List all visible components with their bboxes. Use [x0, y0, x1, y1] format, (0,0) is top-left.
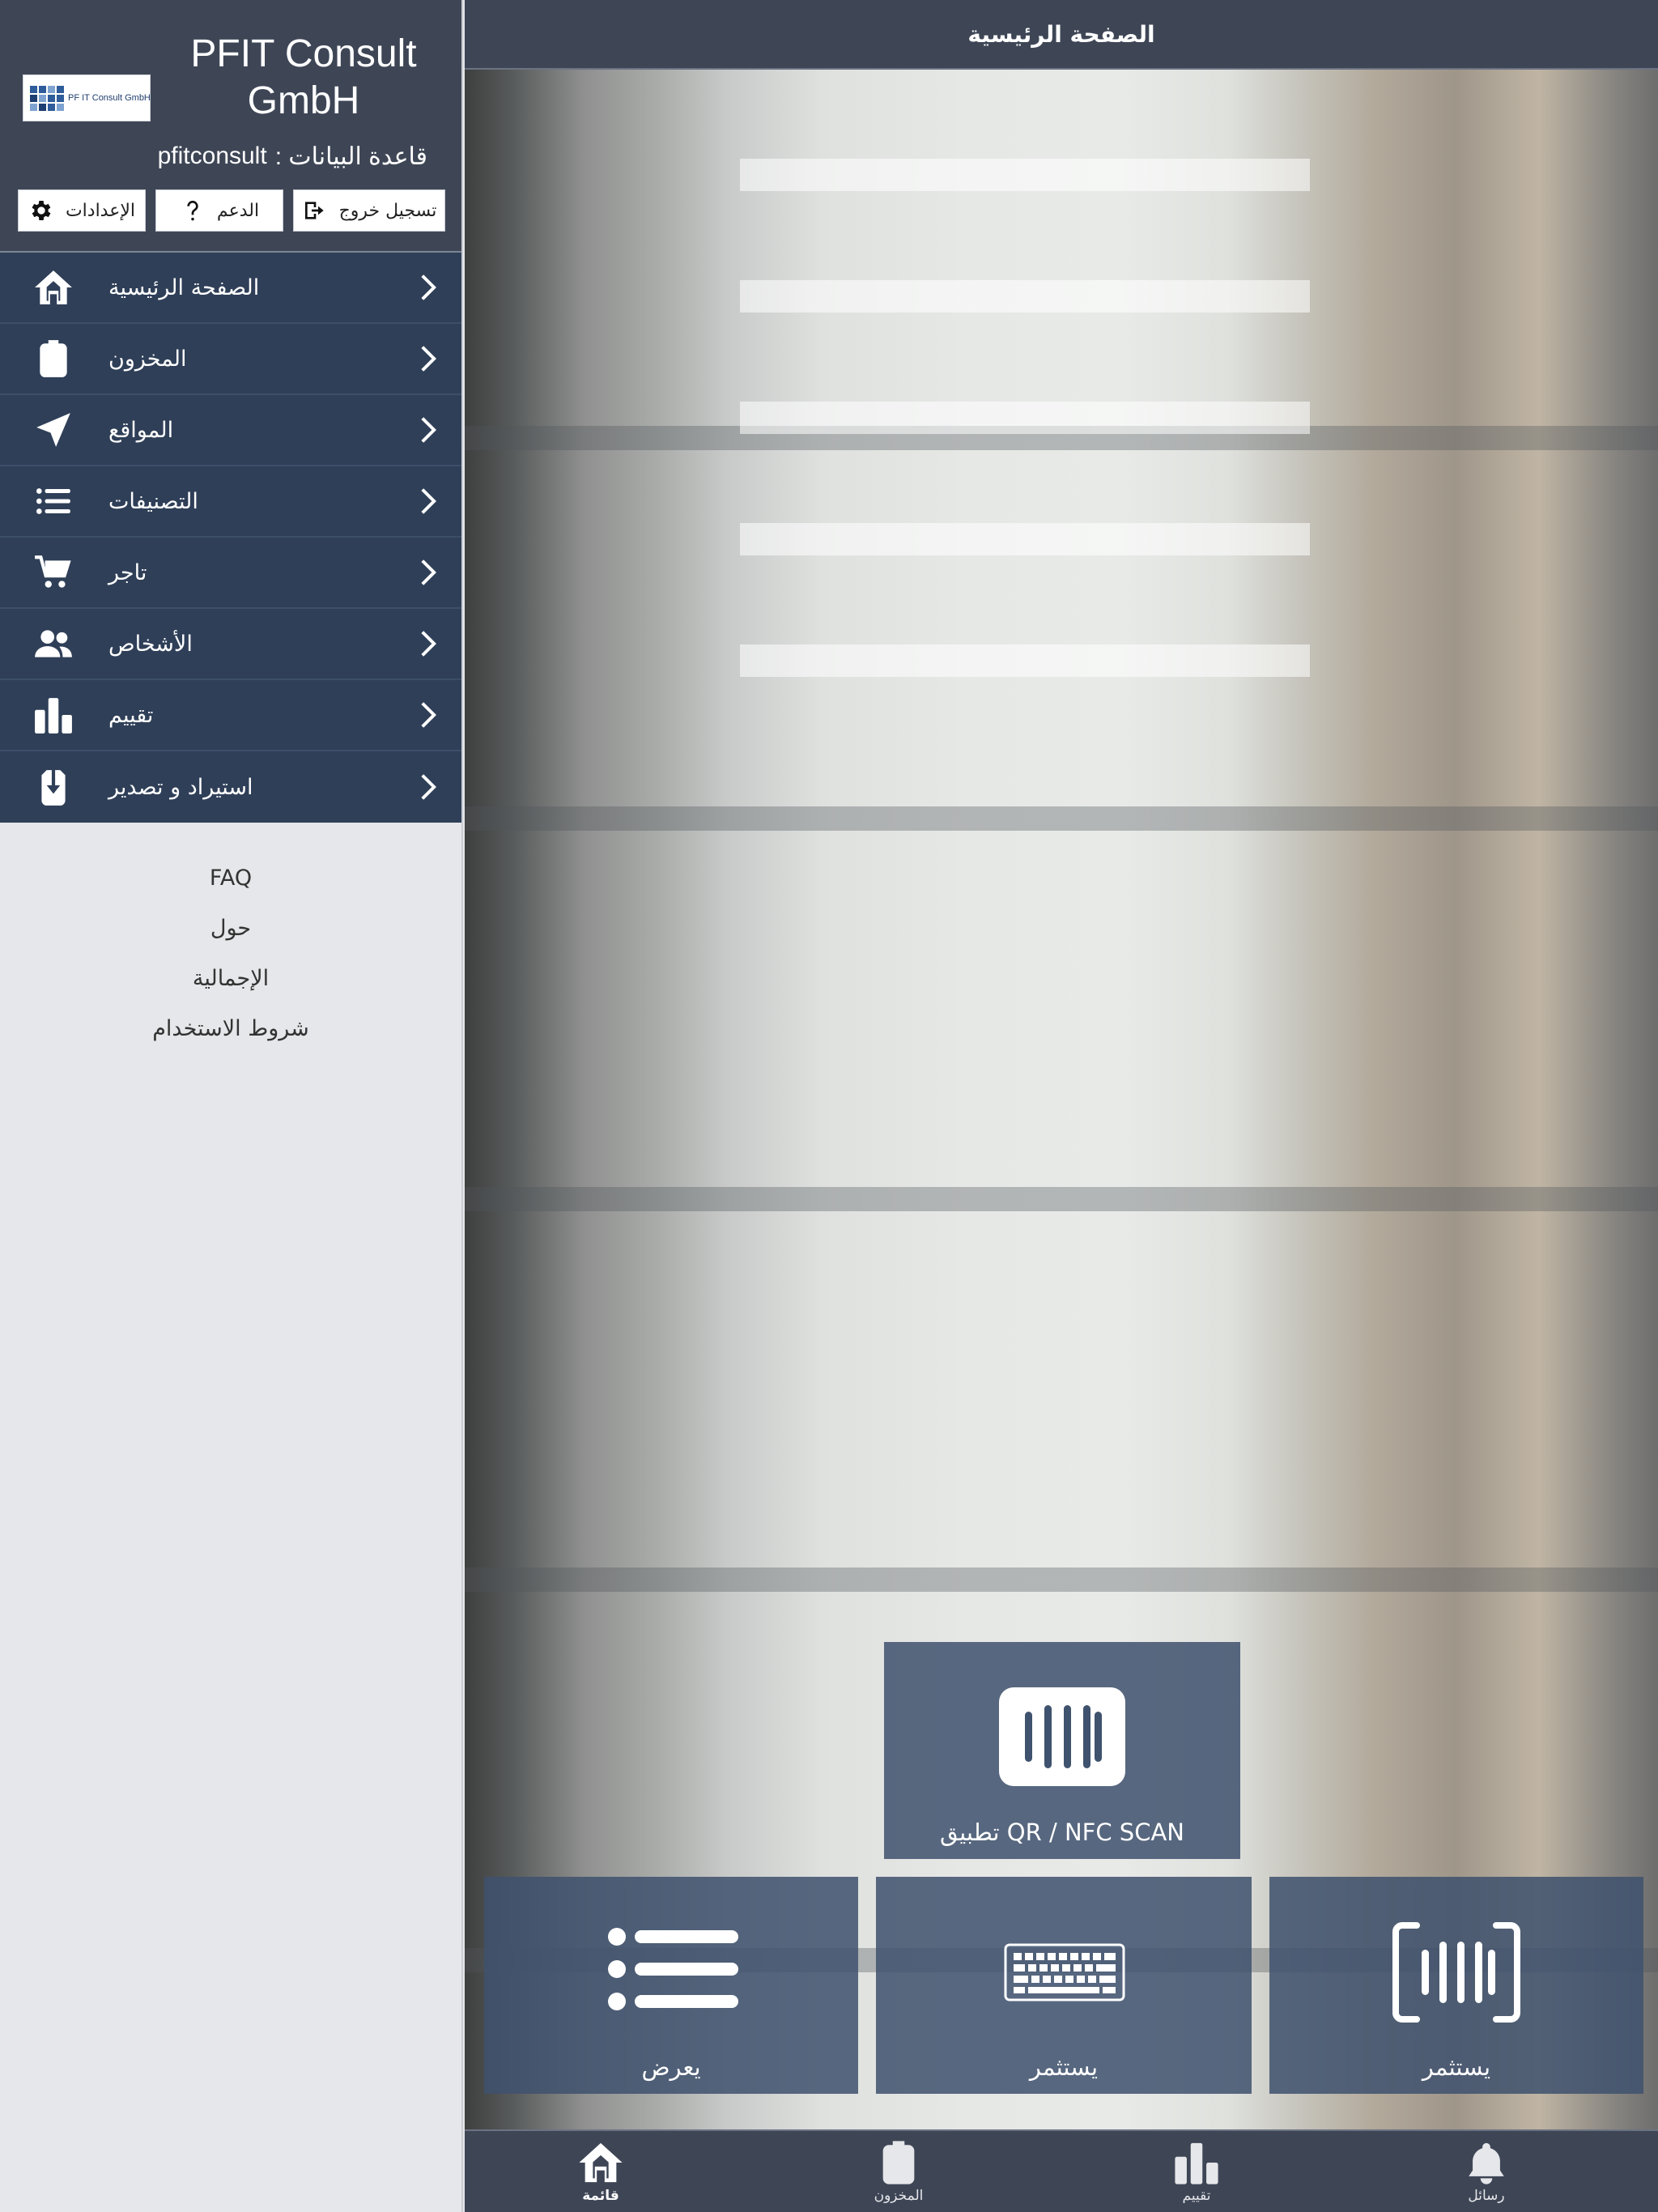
- chevron-right-icon: [419, 344, 437, 373]
- tab-rating-label: تقييم: [1182, 2188, 1211, 2204]
- footer-links: FAQ حول الإجمالية شروط الاستخدام: [0, 823, 461, 1054]
- bottom-tab-bar: قائمة المخزون تقييم رسائل: [465, 2129, 1658, 2212]
- faq-link[interactable]: FAQ: [0, 853, 461, 904]
- sidebar-item-label: تقييم: [108, 702, 154, 728]
- barcode-scan-tile[interactable]: يستثمر: [1269, 1877, 1643, 2094]
- tab-messages-label: رسائل: [1468, 2188, 1505, 2204]
- support-button[interactable]: الدعم: [155, 189, 283, 232]
- tab-inventory-label: المخزون: [874, 2188, 924, 2204]
- sidebar-item-locations[interactable]: المواقع: [0, 395, 461, 466]
- sidebar-item-import-export[interactable]: استيراد و تصدير: [0, 751, 461, 823]
- sidebar-item-merchant[interactable]: تاجر: [0, 538, 461, 609]
- chevron-right-icon: [419, 772, 437, 802]
- logo-text: PF IT Consult GmbH: [68, 93, 151, 103]
- tab-inventory[interactable]: المخزون: [842, 2131, 955, 2212]
- tab-menu-label: قائمة: [582, 2188, 619, 2204]
- database-value: pfitconsult: [157, 143, 267, 169]
- sidebar-header: PF IT Consult GmbH PFIT Consult GmbH قاع…: [0, 0, 461, 253]
- database-line: قاعدة البيانات : pfitconsult: [158, 143, 427, 171]
- logout-icon: [304, 202, 324, 219]
- sidebar-item-label: استيراد و تصدير: [108, 774, 253, 800]
- database-label: قاعدة البيانات :: [274, 143, 427, 170]
- scan-app-label: تطبيق QR / NFC SCAN: [940, 1819, 1184, 1846]
- sidebar-item-label: التصنيفات: [108, 488, 198, 514]
- bar-chart-icon: [32, 694, 74, 736]
- view-tile[interactable]: يعرض: [484, 1877, 858, 2094]
- logout-button[interactable]: تسجيل خروج: [293, 189, 445, 232]
- tab-messages[interactable]: رسائل: [1430, 2131, 1543, 2212]
- chevron-right-icon: [419, 487, 437, 516]
- clipboard-icon: [32, 338, 74, 380]
- support-button-label: الدعم: [216, 200, 260, 221]
- barcode-scan-icon: [999, 1687, 1125, 1786]
- bar-chart-icon: [1175, 2142, 1218, 2184]
- sidebar-item-rating[interactable]: تقييم: [0, 680, 461, 751]
- clipboard-icon: [882, 2141, 915, 2184]
- gear-icon: [32, 201, 51, 220]
- download-icon: [32, 766, 74, 808]
- view-label: يعرض: [641, 2053, 701, 2081]
- list-icon: [608, 1928, 738, 2010]
- sidebar-item-label: المواقع: [108, 417, 174, 443]
- page-title: الصفحة الرئيسية: [967, 20, 1155, 48]
- settings-button[interactable]: الإعدادات: [18, 189, 146, 232]
- sidebar-item-label: الصفحة الرئيسية: [108, 274, 260, 300]
- home-icon: [579, 2142, 623, 2183]
- top-bar: الصفحة الرئيسية: [465, 0, 1658, 70]
- sidebar-item-inventory[interactable]: المخزون: [0, 324, 461, 395]
- tab-rating[interactable]: تقييم: [1140, 2131, 1253, 2212]
- sidebar-item-label: تاجر: [108, 559, 147, 585]
- keyboard-entry-tile[interactable]: يستثمر: [876, 1877, 1252, 2094]
- list-icon: [32, 480, 74, 522]
- chevron-right-icon: [419, 629, 437, 658]
- sidebar-item-label: الأشخاص: [108, 631, 193, 657]
- main-content: الصفحة الرئيسية تطبيق QR / NFC SCAN يعرض: [465, 0, 1658, 2212]
- sidebar-item-categories[interactable]: التصنيفات: [0, 466, 461, 538]
- about-link[interactable]: حول: [0, 904, 461, 954]
- keyboard-icon: [1004, 1943, 1125, 2001]
- chevron-right-icon: [419, 558, 437, 587]
- logo-grid-icon: [30, 85, 64, 111]
- overview-link[interactable]: الإجمالية: [0, 954, 461, 1004]
- question-icon: [187, 200, 198, 221]
- sidebar-item-home[interactable]: الصفحة الرئيسية: [0, 253, 461, 324]
- sidebar-nav: الصفحة الرئيسية المخزون المواقع التصنيفا…: [0, 253, 461, 823]
- terms-link[interactable]: شروط الاستخدام: [0, 1004, 461, 1054]
- barcode-scan-label: يستثمر: [1422, 2053, 1491, 2081]
- keyboard-entry-label: يستثمر: [1029, 2053, 1099, 2081]
- company-logo: PF IT Consult GmbH: [23, 74, 151, 121]
- sidebar: PF IT Consult GmbH PFIT Consult GmbH قاع…: [0, 0, 463, 2212]
- home-icon: [32, 266, 74, 308]
- sidebar-item-label: المخزون: [108, 346, 187, 372]
- people-icon: [32, 623, 74, 665]
- tab-menu[interactable]: قائمة: [544, 2131, 657, 2212]
- header-button-row: الإعدادات الدعم تسجيل خروج: [18, 189, 445, 232]
- chevron-right-icon: [419, 273, 437, 302]
- chevron-right-icon: [419, 415, 437, 445]
- logout-button-label: تسجيل خروج: [338, 200, 437, 221]
- scan-app-tile[interactable]: تطبيق QR / NFC SCAN: [884, 1642, 1240, 1859]
- chevron-right-icon: [419, 700, 437, 730]
- sidebar-item-people[interactable]: الأشخاص: [0, 609, 461, 680]
- settings-button-label: الإعدادات: [65, 200, 136, 221]
- location-arrow-icon: [32, 409, 74, 451]
- bell-icon: [1469, 2142, 1504, 2184]
- cart-icon: [32, 551, 74, 593]
- barcode-icon: [1392, 1922, 1520, 2023]
- company-name: PFIT Consult GmbH: [190, 32, 417, 122]
